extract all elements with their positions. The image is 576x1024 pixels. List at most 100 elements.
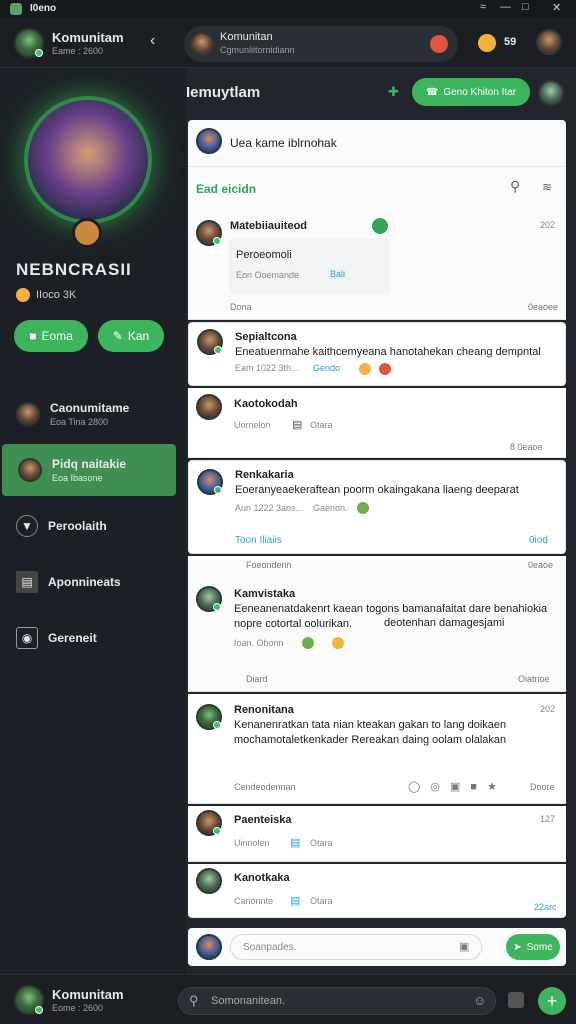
bottom-bar: Komunitam Eome : 2600 ⚲ Somonanitean. ☺ … xyxy=(0,974,576,1024)
post-footer-right: Doore xyxy=(530,782,555,792)
post-author: Renkakaria xyxy=(235,469,294,481)
post-footer: Dona xyxy=(230,302,252,312)
profile-avatar[interactable] xyxy=(536,29,562,55)
post-meta: Eon Ooemande xyxy=(236,270,300,280)
badge-icon xyxy=(72,218,102,248)
wifi-icon: ≈ xyxy=(480,1,487,13)
post-link[interactable]: Gendo xyxy=(313,363,340,373)
post-item[interactable]: Sepialtcona Eneatuenmahe kaithcemyeana h… xyxy=(188,322,566,386)
emoji-picker-icon[interactable]: ☺ xyxy=(473,993,486,1008)
camera-icon[interactable] xyxy=(508,992,524,1008)
profile-button-1[interactable]: ■ Eoma xyxy=(14,320,88,352)
minimize-icon[interactable]: — xyxy=(500,1,511,13)
post-item[interactable]: Paenteiska 127 Uinnolen ▤ Otara xyxy=(188,806,566,862)
post-preheader: Foeondenn xyxy=(246,560,292,570)
nav-label: Gereneit xyxy=(48,631,97,645)
post-link-right[interactable]: 0iod xyxy=(529,535,548,546)
post-avatar xyxy=(196,704,222,730)
emoji-reaction-icon xyxy=(302,637,314,649)
post-item[interactable]: Matebiiauiteod 202 Peroeomoli Eon Ooeman… xyxy=(188,210,566,320)
post-avatar xyxy=(197,469,223,495)
notification-icon[interactable] xyxy=(430,35,448,53)
post-avatar xyxy=(196,220,222,246)
post-link[interactable]: Bali xyxy=(330,269,345,279)
attach-icon[interactable]: ▣ xyxy=(459,940,469,953)
main-action-button[interactable]: ☎ Geno Khiton Itar xyxy=(412,78,530,106)
nav-avatar xyxy=(16,402,40,426)
profile-button-2[interactable]: ✎ Kan xyxy=(98,320,164,352)
post-author: Kanotkaka xyxy=(234,872,290,884)
reply-input[interactable]: Soanpades. ▣ xyxy=(230,934,482,960)
close-icon[interactable]: ✕ xyxy=(552,1,561,14)
composer-card: Uea kame iblrnohak Ead eicidn ⚲ ≋ xyxy=(188,120,566,210)
post-actions-icons[interactable]: ◯◎▣■★ xyxy=(408,780,507,793)
nav-item-active[interactable]: Pidq naitakie Eoa Ibasone xyxy=(2,444,176,496)
people-icon: ■ xyxy=(29,329,37,343)
post-item[interactable]: Kanotkaka Canonnte ▤ Otara 22arc xyxy=(188,864,566,918)
image-icon: ▤ xyxy=(292,419,303,431)
reply-box: Soanpades. ▣ ➤ Some xyxy=(188,928,566,966)
post-author: Kamvistaka xyxy=(234,588,296,600)
send-icon: ➤ xyxy=(513,941,522,953)
post-preheader-right: 0eaoe xyxy=(528,560,554,570)
phone-icon: ☎ xyxy=(425,86,439,98)
maximize-icon[interactable]: □ xyxy=(522,1,529,13)
bottom-search-placeholder: Somonanitean. xyxy=(211,995,285,1007)
plus-icon[interactable]: ✚ xyxy=(388,84,399,100)
reply-send-label: Some xyxy=(526,941,553,953)
post-time: 202 xyxy=(540,704,556,714)
emoji-icon[interactable] xyxy=(478,34,496,52)
post-item[interactable]: Renonitana 202 Kenanenratkan tata nian k… xyxy=(188,694,566,804)
post-text: Eoeranyeaekeraftean poorm okaingakana li… xyxy=(235,484,519,496)
nav-label: Pidq naitakie xyxy=(52,457,127,471)
user-name: Komunitam xyxy=(52,30,124,45)
profile-button-1-label: Eoma xyxy=(41,329,73,343)
post-item[interactable]: Renkakaria Eoeranyeaekeraftean poorm oka… xyxy=(188,460,566,554)
post-link[interactable]: Toon Iliaiis xyxy=(235,535,282,546)
post-item[interactable]: Kaotokodah Uornelon ▤ Otara 8 0eaoe xyxy=(188,388,566,458)
bottom-user-avatar[interactable] xyxy=(14,985,44,1015)
nav-item-profile[interactable]: ▼ Peroolaith xyxy=(0,500,186,552)
header-avatar[interactable] xyxy=(538,80,564,106)
more-icon[interactable]: ≋ xyxy=(542,180,552,194)
search-icon[interactable]: ⚲ xyxy=(510,178,520,195)
community-search-bar[interactable]: Komunitan Cgmunliitornidiann xyxy=(184,26,458,62)
count-badge: 59 xyxy=(504,36,517,48)
post-footer: Cendeodennan xyxy=(234,782,296,792)
image-icon: ▤ xyxy=(290,895,301,907)
nav-label: Aponnineats xyxy=(48,575,121,589)
post-text: Kenanenratkan tata nian kteakan gakan to… xyxy=(234,719,507,746)
back-chevron-icon[interactable]: ‹ xyxy=(150,32,155,50)
search-icon: ⚲ xyxy=(189,993,199,1008)
chart-icon: ▤ xyxy=(16,571,38,593)
post-time: 127 xyxy=(540,814,556,824)
window-title: I0eno xyxy=(30,3,57,14)
nav-item-general[interactable]: ◉ Gereneit xyxy=(0,612,186,664)
post-author: Matebiiauiteod xyxy=(230,220,308,232)
post-line: Peroeomoli xyxy=(236,249,292,261)
post-footer-right: Oiatnoe xyxy=(518,674,550,684)
profile-large-avatar xyxy=(24,96,152,224)
image-icon: ▤ xyxy=(290,837,301,849)
reply-send-button[interactable]: ➤ Some xyxy=(506,934,560,960)
nav-item-community[interactable]: Caonumitame Eoa Tina 2800 xyxy=(0,388,186,440)
post-item[interactable]: Foeondenn 0eaoe Kamvistaka Eeneanenatdak… xyxy=(188,556,566,692)
composer-tab[interactable]: Ead eicidn xyxy=(196,182,256,196)
post-avatar xyxy=(196,810,222,836)
post-meta: Otara xyxy=(310,838,333,848)
bottom-user-name: Komunitam xyxy=(52,987,124,1002)
nav-item-apps[interactable]: ▤ Aponnineats xyxy=(0,556,186,608)
main-action-label: Geno Khiton Itar xyxy=(443,86,517,98)
community-title: Komunitan xyxy=(220,31,273,43)
post-meta: Eam 1022 3th... xyxy=(235,363,299,373)
post-meta: Uinnolen xyxy=(234,838,270,848)
verified-icon xyxy=(372,218,388,234)
user-avatar[interactable] xyxy=(14,28,44,58)
nav-sub: Eoa Ibasone xyxy=(52,473,103,483)
bottom-search-bar[interactable]: ⚲ Somonanitean. ☺ xyxy=(178,987,496,1015)
composer-avatar xyxy=(196,128,222,154)
add-button[interactable]: + xyxy=(538,987,566,1015)
post-avatar xyxy=(197,329,223,355)
nav-label: Peroolaith xyxy=(48,519,107,533)
composer-input[interactable]: Uea kame iblrnohak xyxy=(230,136,337,150)
